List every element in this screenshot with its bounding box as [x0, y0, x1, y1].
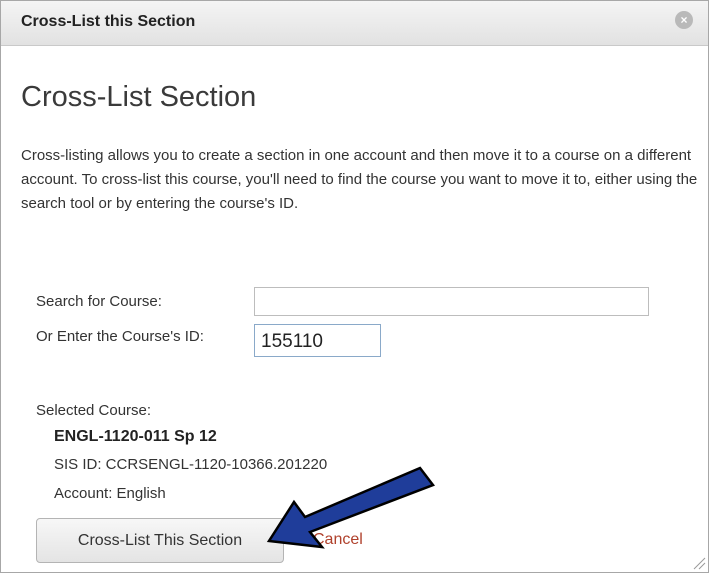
- selected-course-account: Account: English: [54, 485, 166, 502]
- course-id-label: Or Enter the Course's ID:: [36, 328, 204, 345]
- dialog-titlebar: Cross-List this Section ×: [1, 1, 708, 46]
- page-title: Cross-List Section: [21, 81, 257, 113]
- selected-course-sis-id: SIS ID: CCRSENGL-1120-10366.201220: [54, 456, 328, 473]
- close-icon[interactable]: ×: [675, 11, 693, 29]
- search-course-input[interactable]: [254, 287, 649, 316]
- search-course-label: Search for Course:: [36, 293, 162, 310]
- course-id-input[interactable]: [254, 324, 381, 357]
- cancel-link[interactable]: Cancel: [313, 531, 363, 549]
- resize-grip-icon[interactable]: [692, 556, 706, 570]
- description-text: Cross-listing allows you to create a sec…: [21, 147, 698, 212]
- cross-list-button[interactable]: Cross-List This Section: [36, 518, 284, 563]
- selected-course-name: ENGL-1120-011 Sp 12: [54, 428, 217, 445]
- selected-course-label: Selected Course:: [36, 402, 152, 419]
- dialog-title: Cross-List this Section: [21, 13, 196, 30]
- cross-list-dialog: Cross-List this Section × Cross-List Sec…: [0, 0, 709, 573]
